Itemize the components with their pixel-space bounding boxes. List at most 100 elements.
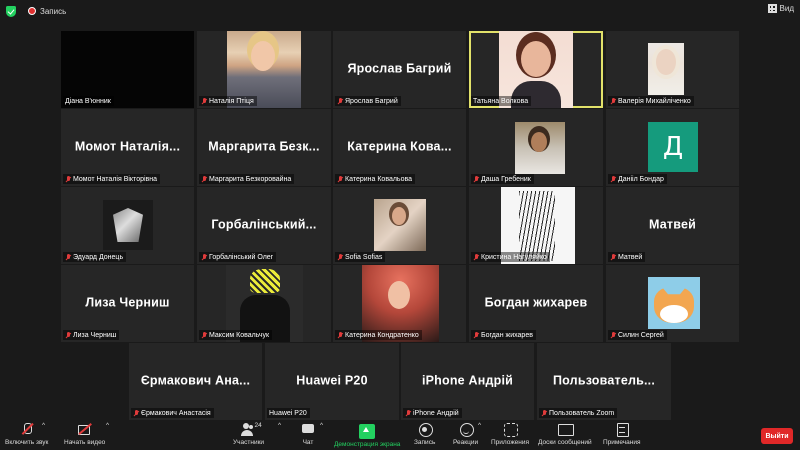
video-tile-tatyana-active-speaker[interactable]: Татьяна Волкова — [469, 31, 603, 108]
video-tile-iphone[interactable]: iPhone Андрій iPhone Андрій — [401, 343, 534, 420]
video-tile-eduard[interactable]: Эдуард Донець — [61, 187, 194, 264]
apps-icon — [502, 422, 519, 437]
participant-label: Горбалінський Олег — [199, 252, 277, 262]
video-tile-zoom-user[interactable]: Пользователь... Пользователь Zoom — [537, 343, 671, 420]
participant-display-name: Huawei P20 — [296, 373, 368, 388]
muted-mic-icon — [65, 253, 71, 261]
participant-label: Данііл Бондар — [608, 174, 667, 184]
video-tile-huawei[interactable]: Huawei P20 Huawei P20 — [265, 343, 399, 420]
participant-name: Sofia Sofias — [345, 253, 383, 261]
participant-label: Пользователь Zoom — [539, 408, 618, 418]
share-screen-icon — [359, 424, 376, 439]
muted-mic-icon — [65, 331, 71, 339]
video-tile-matvey[interactable]: Матвей Матвей — [606, 187, 739, 264]
video-tile-bogdan[interactable]: Богдан жихарев Богдан жихарев — [469, 265, 603, 342]
participant-name: Пользователь Zoom — [549, 409, 615, 417]
participant-name: Эдуард Донець — [73, 253, 124, 261]
notes-button[interactable]: Примечания — [603, 422, 641, 446]
chat-label: Чат — [302, 439, 314, 446]
reactions-options-chevron-icon[interactable]: ^ — [478, 422, 481, 429]
video-tile-valeria[interactable]: Валерія Михайліченко — [606, 31, 739, 108]
video-tile-dasha[interactable]: Даша Гребеник — [469, 109, 603, 186]
participant-display-name: Горбалінський... — [211, 217, 317, 232]
participant-name: Силин Сергей — [618, 331, 664, 339]
participant-name: Горбалінський Олег — [209, 253, 274, 261]
participant-label: Sofia Sofias — [335, 252, 386, 262]
avatar: Д — [648, 122, 698, 172]
video-tile-momot[interactable]: Момот Наталія... Момот Наталія Вікторівн… — [61, 109, 194, 186]
participant-display-name: Матвей — [649, 217, 696, 232]
participant-label: Єрмакович Анастасія — [131, 408, 214, 418]
participant-label: Богдан жихарев — [471, 330, 536, 340]
security-shield-icon[interactable] — [6, 5, 16, 17]
video-tile-diana[interactable]: Діана В'юнник — [61, 31, 194, 108]
record-button[interactable]: Запись — [414, 422, 435, 446]
participant-name: Лиза Черниш — [73, 331, 117, 339]
muted-mic-icon — [541, 409, 547, 417]
participant-video — [374, 199, 426, 251]
top-bar: Запись Вид — [0, 0, 800, 22]
participant-label: Ярослав Багрий — [335, 96, 401, 106]
video-tile-yaroslav[interactable]: Ярослав Багрий Ярослав Багрий — [333, 31, 466, 108]
participant-label: Матвей — [608, 252, 646, 262]
participant-label: Эдуард Донець — [63, 252, 127, 262]
muted-mic-icon — [337, 175, 343, 183]
muted-mic-icon — [201, 331, 207, 339]
recording-indicator[interactable]: Запись — [28, 7, 66, 16]
participant-label: Наталія Птіця — [199, 96, 257, 106]
notes-icon — [614, 422, 630, 437]
participant-display-name: Маргарита Безк... — [208, 139, 320, 154]
video-tile-kristina[interactable]: Кристина Нагуляйко — [469, 187, 603, 264]
start-video-button[interactable]: Начать видео — [64, 422, 105, 446]
muted-mic-icon — [337, 253, 343, 261]
share-screen-label: Демонстрация экрана — [334, 441, 401, 448]
video-tile-maksim[interactable]: Максим Ковальчук — [197, 265, 331, 342]
video-tile-katerina-kovalova[interactable]: Катерина Кова... Катерина Ковальова — [333, 109, 466, 186]
reactions-button[interactable]: Реакции — [453, 422, 478, 446]
video-tile-sofia[interactable]: Sofia Sofias — [333, 187, 466, 264]
muted-mic-icon — [201, 175, 207, 183]
participant-label: Даша Гребеник — [471, 174, 534, 184]
muted-mic-icon — [337, 331, 343, 339]
video-tile-daniia[interactable]: Д Данііл Бондар — [606, 109, 739, 186]
video-tile-liza[interactable]: Лиза Черниш Лиза Черниш — [61, 265, 194, 342]
participant-display-name: Пользователь... — [552, 373, 656, 388]
video-tile-katerina-kondratenko[interactable]: Катерина Кондратенко — [333, 265, 466, 342]
start-video-label: Начать видео — [64, 439, 106, 446]
chat-button[interactable]: Чат — [300, 422, 316, 446]
whiteboards-button[interactable]: Доски сообщений — [538, 422, 592, 446]
participants-count: 24 — [254, 422, 262, 429]
recording-dot-icon — [28, 7, 36, 15]
video-options-chevron-icon[interactable]: ^ — [106, 422, 109, 429]
participant-name: Данііл Бондар — [618, 175, 664, 183]
apps-button[interactable]: Приложения — [491, 422, 529, 446]
view-button[interactable]: Вид — [767, 4, 794, 13]
leave-meeting-button[interactable]: Выйти — [761, 428, 793, 444]
participant-display-name: Єрмакович Ана... — [140, 373, 251, 388]
muted-mic-icon — [610, 175, 616, 183]
video-tile-ermakovich[interactable]: Єрмакович Ана... Єрмакович Анастасія — [129, 343, 262, 420]
video-tile-margarita[interactable]: Маргарита Безк... Маргарита Безкоровайна — [197, 109, 331, 186]
video-tile-gorbalinsky[interactable]: Горбалінський... Горбалінський Олег — [197, 187, 331, 264]
chat-options-chevron-icon[interactable]: ^ — [320, 422, 323, 429]
participants-button[interactable]: 24 Участники — [233, 422, 264, 446]
muted-mic-icon — [405, 409, 411, 417]
participant-name: Матвей — [618, 253, 643, 261]
participants-options-chevron-icon[interactable]: ^ — [278, 422, 281, 429]
participant-label: Катерина Кондратенко — [335, 330, 422, 340]
muted-mic-icon — [610, 253, 616, 261]
participant-name: Ярослав Багрий — [345, 97, 398, 105]
share-screen-button[interactable]: Демонстрация экрана — [334, 422, 400, 448]
participant-label: Катерина Ковальова — [335, 174, 416, 184]
apps-label: Приложения — [491, 439, 530, 446]
video-tile-natalia[interactable]: Наталія Птіця — [197, 31, 331, 108]
grid-view-icon — [767, 4, 777, 13]
muted-mic-icon — [65, 175, 71, 183]
unmute-label: Включить звук — [5, 439, 49, 446]
meeting-controls-toolbar: Включить звук ^ Начать видео ^ 24 Участн… — [0, 420, 800, 450]
muted-mic-icon — [473, 175, 479, 183]
video-tile-silin[interactable]: Силин Сергей — [606, 265, 739, 342]
participant-video — [103, 200, 153, 250]
participant-display-name: Момот Наталія... — [74, 139, 181, 154]
audio-options-chevron-icon[interactable]: ^ — [42, 422, 45, 429]
